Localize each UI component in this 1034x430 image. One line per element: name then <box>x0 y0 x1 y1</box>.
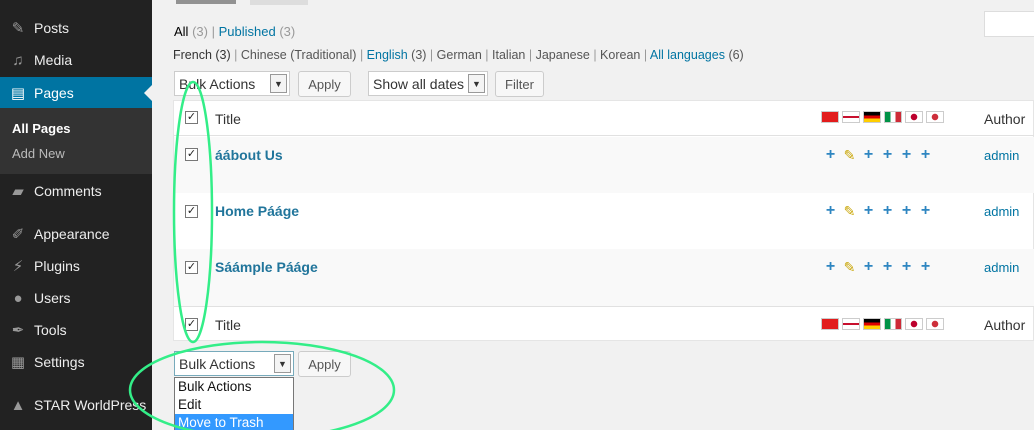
annotation-ellipse-bulk-actions <box>128 340 396 430</box>
annotation-ellipse-checkboxes <box>172 80 214 344</box>
annotation-overlay <box>128 80 396 430</box>
